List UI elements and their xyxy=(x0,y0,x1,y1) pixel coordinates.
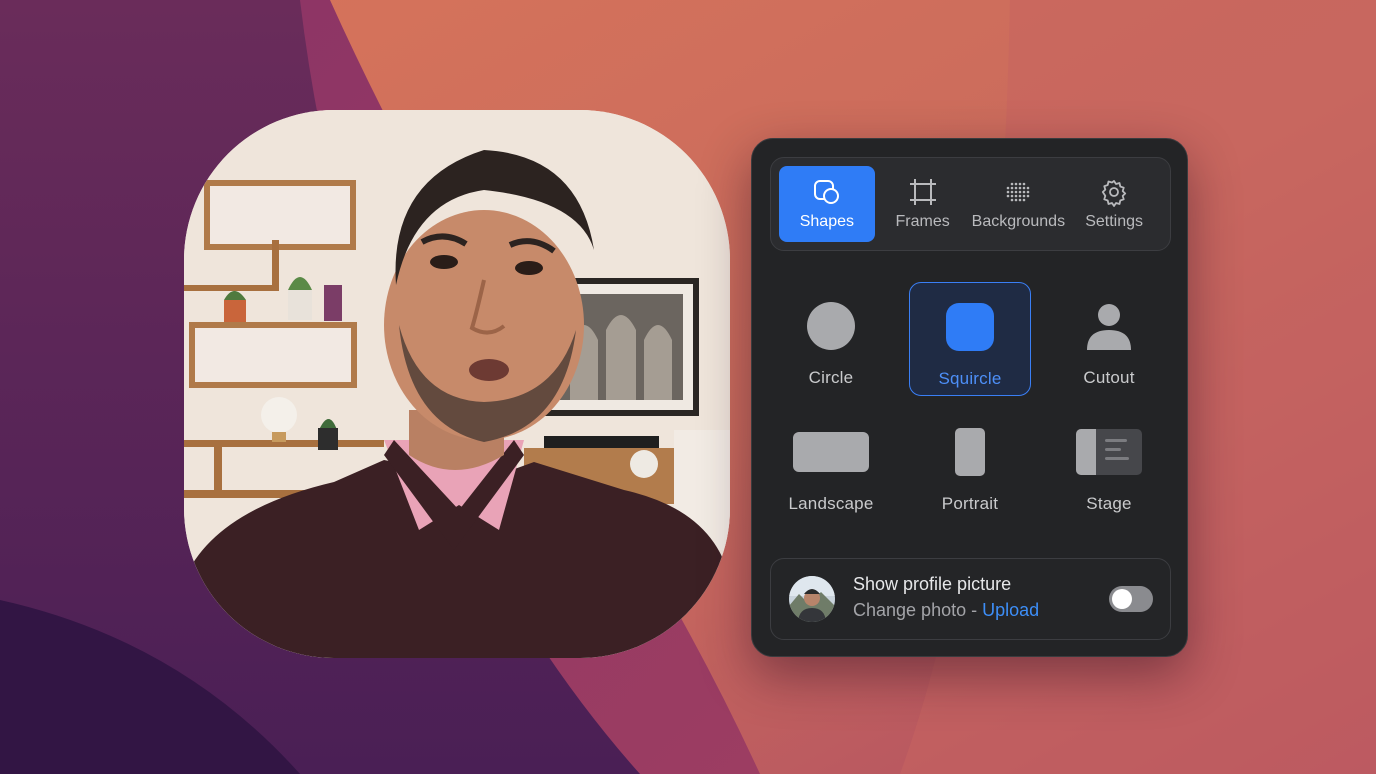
tab-shapes[interactable]: Shapes xyxy=(779,166,875,242)
video-effects-panel: Shapes Frames Backgrounds Settings Circl… xyxy=(751,138,1188,657)
shape-option-landscape[interactable]: Landscape xyxy=(770,408,892,522)
profile-picture-row: Show profile picture Change photo - Uplo… xyxy=(770,558,1171,640)
shape-option-stage[interactable]: Stage xyxy=(1048,408,1170,522)
shape-option-portrait[interactable]: Portrait xyxy=(909,408,1031,522)
tab-settings[interactable]: Settings xyxy=(1066,166,1162,242)
tab-frames[interactable]: Frames xyxy=(875,166,971,242)
shape-label: Stage xyxy=(1086,494,1132,513)
shapes-icon xyxy=(812,177,842,207)
upload-link[interactable]: Upload xyxy=(982,600,1039,620)
shape-label: Circle xyxy=(808,368,854,387)
camera-feed-illustration xyxy=(184,110,730,658)
change-photo-text: Change photo - xyxy=(853,600,978,620)
shape-label: Portrait xyxy=(941,494,999,513)
show-profile-picture-toggle[interactable] xyxy=(1109,586,1153,612)
tab-label: Shapes xyxy=(799,213,854,230)
tab-label: Backgrounds xyxy=(971,213,1066,230)
change-photo-line: Change photo - Upload xyxy=(853,600,1039,621)
tab-label: Settings xyxy=(1085,213,1144,230)
toggle-knob xyxy=(1112,589,1132,609)
person-cutout-icon xyxy=(1084,294,1134,358)
shape-option-squircle[interactable]: Squircle xyxy=(909,282,1031,396)
shape-option-circle[interactable]: Circle xyxy=(770,282,892,396)
tab-backgrounds[interactable]: Backgrounds xyxy=(971,166,1067,242)
tab-label: Frames xyxy=(895,213,950,230)
landscape-shape-icon xyxy=(792,420,870,484)
circle-shape-icon xyxy=(806,294,856,358)
avatar xyxy=(789,576,835,622)
shape-label: Cutout xyxy=(1083,368,1135,387)
shape-option-cutout[interactable]: Cutout xyxy=(1048,282,1170,396)
camera-preview-squircle xyxy=(184,110,730,658)
dot-grid-icon xyxy=(1003,177,1033,207)
stage-layout-icon xyxy=(1075,420,1143,484)
show-profile-picture-label: Show profile picture xyxy=(853,574,1012,594)
panel-tab-bar: Shapes Frames Backgrounds Settings xyxy=(770,157,1171,251)
shape-label: Landscape xyxy=(788,494,874,513)
portrait-shape-icon xyxy=(954,420,986,484)
squircle-shape-icon xyxy=(945,295,995,359)
frame-crop-icon xyxy=(908,177,938,207)
shape-label: Squircle xyxy=(938,369,1002,388)
gear-icon xyxy=(1099,177,1129,207)
